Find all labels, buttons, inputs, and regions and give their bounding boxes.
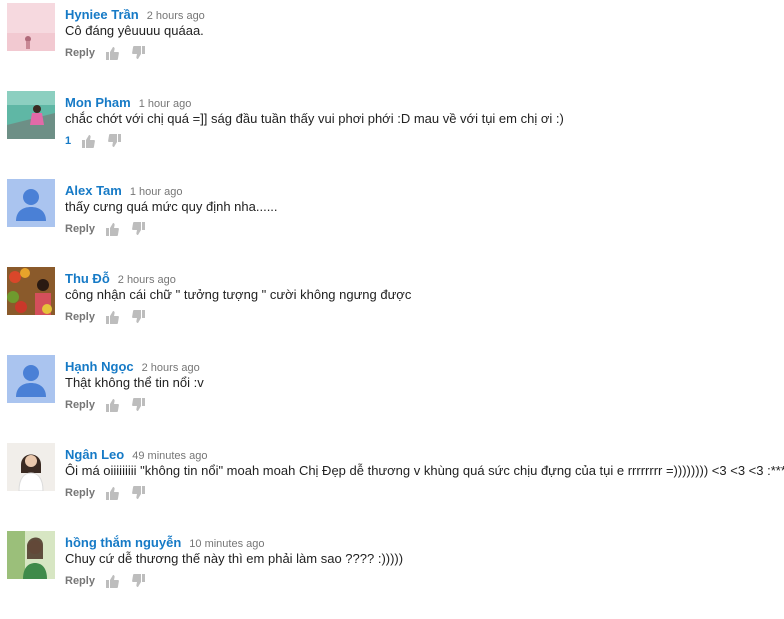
- comment-time[interactable]: 1 hour ago: [139, 98, 192, 110]
- reply-button[interactable]: Reply: [65, 311, 95, 323]
- comment-author[interactable]: Ngân Leo: [65, 447, 124, 462]
- comment-author[interactable]: Mon Pham: [65, 95, 131, 110]
- avatar[interactable]: [7, 91, 55, 139]
- avatar[interactable]: [7, 531, 55, 579]
- comment-item: Ngân Leo 49 minutes ago Ôi má oiiiiiiiii …: [0, 443, 784, 531]
- comment-author[interactable]: Thu Đỗ: [65, 271, 110, 286]
- reply-button[interactable]: Reply: [65, 47, 95, 59]
- thumbs-down-icon[interactable]: [132, 46, 146, 60]
- avatar[interactable]: [7, 179, 55, 227]
- thumbs-up-icon[interactable]: [105, 486, 119, 500]
- comment-text: công nhận cái chữ " tưởng tượng " cười k…: [65, 287, 412, 302]
- comment-text: Thật không thể tin nổi :v: [65, 375, 204, 390]
- comment-author[interactable]: Hạnh Ngọc: [65, 359, 134, 374]
- comment-time[interactable]: 2 hours ago: [118, 274, 176, 286]
- comment-item: Hyniee Trần 2 hours ago Cô đáng yêuuuu qu…: [0, 3, 784, 91]
- thumbs-down-icon[interactable]: [108, 134, 122, 148]
- comment-item: Mon Pham 1 hour ago chắc chớt với chị quá…: [0, 91, 784, 179]
- thumbs-up-icon[interactable]: [105, 398, 119, 412]
- reply-button[interactable]: Reply: [65, 575, 95, 587]
- like-count: 1: [65, 135, 72, 147]
- comment-text: Ôi má oiiiiiiiii "không tin nổi" moah mo…: [65, 463, 784, 478]
- reply-button[interactable]: Reply: [65, 223, 95, 235]
- comment-text: chắc chớt với chị quá =]] ság đầu tuần t…: [65, 111, 564, 126]
- comment-item: Alex Tam 1 hour ago thấy cưng quá mức quy…: [0, 179, 784, 267]
- avatar[interactable]: [7, 355, 55, 403]
- comment-time[interactable]: 1 hour ago: [130, 186, 183, 198]
- thumbs-up-icon[interactable]: [105, 46, 119, 60]
- avatar[interactable]: [7, 267, 55, 315]
- thumbs-up-icon[interactable]: [105, 574, 119, 588]
- thumbs-down-icon[interactable]: [132, 398, 146, 412]
- comment-item: Hạnh Ngọc 2 hours ago Thật không thể tin …: [0, 355, 784, 443]
- thumbs-up-icon[interactable]: [105, 222, 119, 236]
- comment-time[interactable]: 2 hours ago: [142, 362, 200, 374]
- comment-time[interactable]: 10 minutes ago: [189, 538, 264, 550]
- comment-text: Chuy cứ dễ thương thế này thì em phải là…: [65, 551, 404, 566]
- comment-time[interactable]: 49 minutes ago: [132, 450, 207, 462]
- comment-author[interactable]: Alex Tam: [65, 183, 122, 198]
- comment-item: Thu Đỗ 2 hours ago công nhận cái chữ " tư…: [0, 267, 784, 355]
- thumbs-down-icon[interactable]: [132, 486, 146, 500]
- thumbs-down-icon[interactable]: [132, 574, 146, 588]
- avatar[interactable]: [7, 3, 55, 51]
- comment-time[interactable]: 2 hours ago: [147, 10, 205, 22]
- comment-text: Cô đáng yêuuuu quáaa.: [65, 23, 204, 38]
- comment-author[interactable]: hồng thắm nguyễn: [65, 535, 181, 550]
- reply-button[interactable]: Reply: [65, 487, 95, 499]
- thumbs-up-icon[interactable]: [105, 310, 119, 324]
- thumbs-up-icon[interactable]: [81, 134, 96, 148]
- comment-item: hồng thắm nguyễn 10 minutes ago Chuy cứ d…: [0, 531, 784, 619]
- comment-text: thấy cưng quá mức quy định nha......: [65, 199, 278, 214]
- thumbs-down-icon[interactable]: [132, 222, 146, 236]
- thumbs-down-icon[interactable]: [132, 310, 146, 324]
- reply-button[interactable]: Reply: [65, 399, 95, 411]
- avatar[interactable]: [7, 443, 55, 491]
- comment-author[interactable]: Hyniee Trần: [65, 7, 139, 22]
